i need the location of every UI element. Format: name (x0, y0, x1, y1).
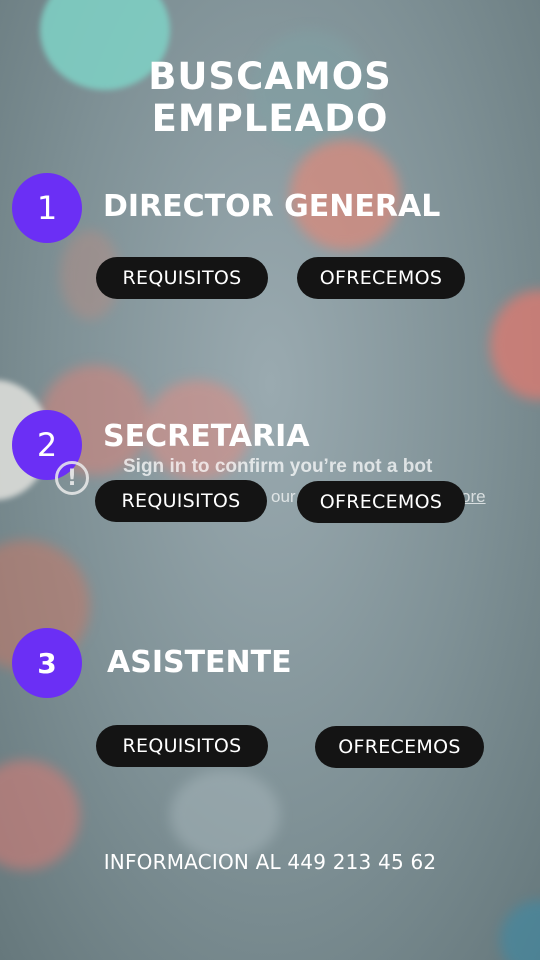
bokeh-light (170, 770, 280, 860)
bokeh-light (490, 290, 540, 400)
requisitos-button-2[interactable]: REQUISITOS (95, 480, 267, 522)
page-title: BUSCAMOS EMPLEADO (0, 56, 540, 140)
ofrecemos-button-2[interactable]: OFRECEMOS (297, 481, 465, 523)
requisitos-button-1[interactable]: REQUISITOS (96, 257, 268, 299)
bot-check-title: Sign in to confirm you’re not a bot (123, 456, 433, 477)
ofrecemos-button-3[interactable]: OFRECEMOS (315, 726, 484, 768)
requisitos-button-3[interactable]: REQUISITOS (96, 725, 268, 767)
job-number-badge-1: 1 (12, 173, 82, 243)
alert-circle-icon: ! (55, 461, 89, 495)
title-line-1: BUSCAMOS (148, 55, 392, 98)
job-number-badge-3: 3 (12, 628, 82, 698)
title-line-2: EMPLEADO (151, 97, 389, 140)
bot-check-subtitle: our (271, 487, 296, 506)
ofrecemos-button-1[interactable]: OFRECEMOS (297, 257, 465, 299)
job-title-asistente: ASISTENTE (107, 645, 292, 680)
contact-info: INFORMACION AL 449 213 45 62 (103, 850, 437, 874)
job-title-director-general: DIRECTOR GENERAL (103, 189, 441, 224)
job-title-secretaria: SECRETARIA (103, 419, 310, 454)
bokeh-light (500, 900, 540, 960)
